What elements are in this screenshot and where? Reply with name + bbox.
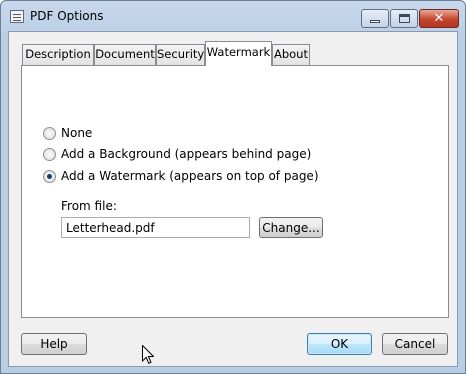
tab-document[interactable]: Document <box>94 44 156 65</box>
minimize-icon <box>370 20 380 23</box>
watermark-panel: None Add a Background (appears behind pa… <box>21 65 449 318</box>
tab-description[interactable]: Description <box>22 44 94 65</box>
window-title: PDF Options <box>30 9 104 23</box>
mouse-pointer-icon <box>142 345 154 364</box>
pdf-options-dialog: PDF Options ✕ Description Document Secur… <box>0 0 466 374</box>
document-window-icon[interactable] <box>10 10 24 23</box>
option-watermark-label: Add a Watermark (appears on top of page) <box>61 169 319 183</box>
change-button[interactable]: Change... <box>259 217 323 238</box>
close-button[interactable]: ✕ <box>419 9 459 28</box>
from-file-label: From file: <box>61 199 117 213</box>
maximize-button[interactable] <box>390 9 418 28</box>
option-background-label: Add a Background (appears behind page) <box>61 147 312 161</box>
file-path-field[interactable] <box>61 217 250 238</box>
radio-selected-dot <box>47 173 52 179</box>
title-bar[interactable]: PDF Options ✕ <box>1 1 465 31</box>
cancel-button[interactable]: Cancel <box>382 333 448 355</box>
close-icon: ✕ <box>433 11 445 26</box>
tab-watermark[interactable]: Watermark <box>205 41 272 66</box>
radio-none[interactable] <box>43 126 56 140</box>
ok-button[interactable]: OK <box>307 333 372 355</box>
option-background[interactable]: Add a Background (appears behind page) <box>43 146 311 162</box>
tab-about[interactable]: About <box>272 44 310 65</box>
radio-watermark[interactable] <box>43 169 56 183</box>
dialog-client-area: Description Document Security Watermark … <box>8 31 458 367</box>
radio-background[interactable] <box>43 147 56 161</box>
option-watermark[interactable]: Add a Watermark (appears on top of page) <box>43 168 319 184</box>
minimize-button[interactable] <box>361 9 389 28</box>
maximize-icon <box>398 14 410 23</box>
option-none[interactable]: None <box>43 125 92 141</box>
help-button[interactable]: Help <box>21 333 87 355</box>
option-none-label: None <box>61 126 93 140</box>
tab-security[interactable]: Security <box>156 44 205 65</box>
